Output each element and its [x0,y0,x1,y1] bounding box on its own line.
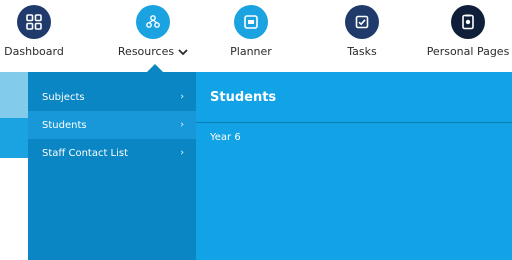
nav-label-personal-pages: Personal Pages [426,45,510,58]
menu-item-students[interactable]: Students › [28,111,196,139]
submenu-panel: Students Year 6 [196,72,512,260]
nav-tasks[interactable]: Tasks [340,0,384,72]
panel-title: Students [210,90,277,105]
grid-icon [17,5,51,39]
nav-label-resources: Resources [117,45,175,58]
nav-label-tasks: Tasks [347,45,377,58]
nav-planner[interactable]: Planner [226,0,276,72]
menu-item-label: Subjects [42,91,85,103]
chevron-right-icon: › [180,92,184,102]
checkbox-icon [345,5,379,39]
nav-dashboard[interactable]: Dashboard [2,0,66,72]
nav-resources[interactable]: Resources [114,0,192,72]
menu-item-subjects[interactable]: Subjects › [28,83,196,111]
resources-icon [136,5,170,39]
background-strip [0,72,30,118]
personal-pages-icon [451,5,485,39]
menu-item-label: Staff Contact List [42,147,129,159]
nav-label-planner: Planner [230,45,272,58]
chevron-right-icon: › [180,148,184,158]
chevron-down-icon [178,48,188,55]
planner-icon [234,5,268,39]
chevron-right-icon: › [180,120,184,130]
nav-personal-pages[interactable]: Personal Pages [426,0,510,72]
resources-dropdown-menu: Subjects › Students › Staff Contact List… [28,72,196,260]
menu-item-label: Students [42,119,87,131]
nav-label-dashboard: Dashboard [4,45,64,58]
menu-item-staff-contact-list[interactable]: Staff Contact List › [28,139,196,167]
top-navigation: Dashboard Resources Planner Tasks Person… [0,0,512,73]
submenu-link-year-6[interactable]: Year 6 [210,132,241,143]
divider [196,122,512,123]
background-strip [0,118,30,158]
